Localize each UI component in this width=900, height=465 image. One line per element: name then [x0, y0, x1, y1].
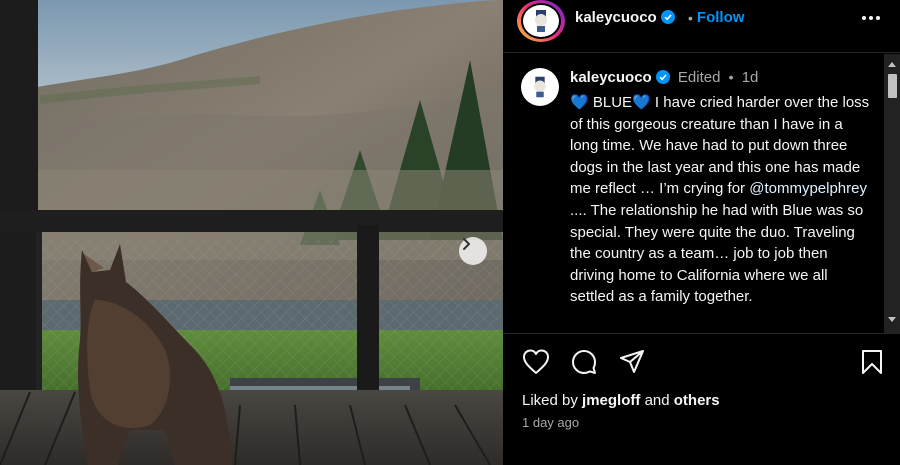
scroll-up-arrow-icon[interactable] [887, 60, 897, 68]
liked-by-label: Liked by [522, 392, 578, 409]
scrollbar[interactable] [884, 54, 900, 333]
mention-link[interactable]: @tommypelphrey [749, 180, 867, 197]
share-icon [620, 350, 644, 373]
caption-title: BLUE [592, 94, 633, 111]
caption-body-2: .... The relationship he had with Blue w… [570, 201, 864, 306]
post-timestamp[interactable]: 1 day ago [522, 415, 579, 430]
likes-summary: Liked by jmegloff and others [522, 392, 720, 409]
save-button[interactable] [857, 347, 887, 377]
chevron-right-icon [463, 238, 470, 250]
post-actions [503, 347, 900, 383]
verified-badge-icon [660, 10, 675, 24]
edited-label: Edited [677, 69, 721, 86]
bookmark-icon [862, 350, 882, 374]
more-horizontal-icon [862, 16, 880, 20]
header-follow: • Follow [684, 9, 744, 26]
caption-meta: kaleycuoco Edited • 1d [570, 69, 758, 86]
verified-badge-icon [655, 70, 670, 84]
scroll-down-arrow-icon[interactable] [887, 316, 897, 324]
post-side-panel: kaleycuoco • Follow kaleycuoco Edited • … [503, 0, 900, 465]
header-avatar[interactable] [521, 3, 561, 39]
like-button[interactable] [521, 347, 551, 377]
post-age: 1d [741, 69, 759, 86]
more-options-button[interactable] [859, 8, 883, 28]
scroll-thumb[interactable] [888, 74, 897, 98]
likes-and: and [644, 392, 670, 409]
carousel-next-button[interactable] [459, 237, 487, 265]
separator-dot: • [728, 69, 734, 85]
post-header: kaleycuoco • Follow [503, 0, 900, 53]
comment-button[interactable] [569, 347, 599, 377]
caption-avatar[interactable] [521, 68, 559, 106]
avatar-icon [534, 76, 546, 98]
post-image [0, 0, 503, 465]
caption-area: kaleycuoco Edited • 1d 💙 BLUE💙 I have cr… [503, 54, 900, 334]
header-username[interactable]: kaleycuoco [575, 9, 657, 26]
share-button[interactable] [617, 347, 647, 377]
follow-button[interactable]: Follow [697, 9, 745, 26]
caption-text: 💙 BLUE💙 I have cried harder over the los… [570, 92, 870, 308]
separator-dot: • [688, 9, 693, 26]
heart-icon [523, 349, 549, 374]
likes-others[interactable]: others [674, 392, 720, 409]
comment-icon [572, 350, 596, 374]
liked-by-user[interactable]: jmegloff [582, 392, 640, 409]
blue-heart-emoji: 💙 [632, 94, 651, 111]
caption-username[interactable]: kaleycuoco [570, 69, 652, 86]
blue-heart-emoji: 💙 [570, 94, 589, 111]
avatar-icon [535, 10, 547, 32]
post-photo[interactable] [0, 0, 503, 465]
header-user: kaleycuoco [575, 9, 675, 27]
